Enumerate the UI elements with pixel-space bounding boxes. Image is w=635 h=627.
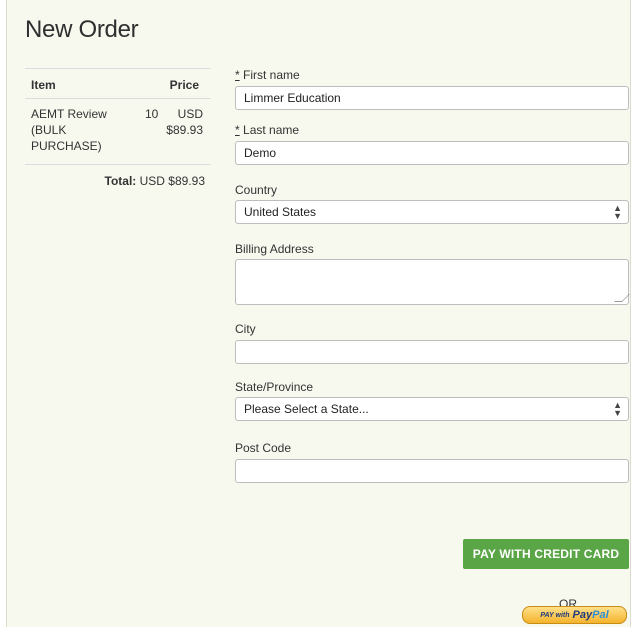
paypal-logo-pay: Pay	[572, 609, 593, 621]
cart-row: AEMT Review (BULK PURCHASE) 10 USD $89.93	[25, 99, 211, 165]
paypal-logo-pal: Pal	[592, 609, 609, 621]
page-title: New Order	[25, 16, 139, 43]
select-arrows-icon: ▲ ▼	[613, 203, 622, 221]
last-name-label: * Last name	[235, 123, 299, 137]
post-code-field[interactable]	[235, 459, 629, 483]
column-header-price: Price	[169, 78, 199, 92]
state-label: State/Province	[235, 380, 314, 394]
cart-item-price-amount: $89.93	[166, 123, 203, 137]
required-mark: *	[235, 68, 240, 82]
resize-handle-icon[interactable]	[614, 294, 630, 302]
first-name-field[interactable]: Limmer Education	[235, 86, 629, 110]
country-label: Country	[235, 183, 278, 197]
city-label: City	[235, 322, 256, 336]
city-field[interactable]	[235, 340, 629, 364]
first-name-label-text: First name	[243, 68, 300, 82]
order-total-label: Total:	[104, 174, 137, 188]
state-select[interactable]: Please Select a State... ▲ ▼	[235, 397, 629, 421]
column-header-item: Item	[31, 78, 56, 92]
paypal-prefix: PAY with	[540, 611, 570, 619]
pay-with-credit-card-button[interactable]: PAY WITH CREDIT CARD	[463, 539, 629, 569]
post-code-label: Post Code	[235, 441, 292, 455]
cart-item-price: USD $89.93	[153, 106, 203, 138]
order-summary: Item Price AEMT Review (BULK PURCHASE) 1…	[25, 68, 211, 188]
pay-with-paypal-button[interactable]: PAY with Pay Pal	[522, 606, 627, 624]
last-name-field[interactable]: Demo	[235, 141, 629, 165]
order-panel: New Order Item Price AEMT Review (BULK P…	[6, 0, 631, 627]
billing-address-textarea[interactable]	[235, 259, 630, 305]
order-summary-header: Item Price	[25, 68, 211, 99]
first-name-label: * First name	[235, 68, 300, 82]
cart-item-price-currency: USD	[177, 107, 203, 121]
state-select-value: Please Select a State...	[244, 402, 369, 416]
select-arrows-icon: ▲ ▼	[613, 400, 622, 418]
order-total: Total: USD $89.93	[25, 165, 211, 188]
billing-address-label: Billing Address	[235, 242, 314, 256]
country-select[interactable]: United States ▲ ▼	[235, 200, 629, 224]
required-mark: *	[235, 123, 240, 137]
cart-item-name: AEMT Review (BULK PURCHASE)	[31, 107, 107, 153]
order-total-value: USD $89.93	[139, 174, 205, 188]
last-name-label-text: Last name	[243, 123, 300, 137]
country-select-value: United States	[244, 205, 317, 219]
